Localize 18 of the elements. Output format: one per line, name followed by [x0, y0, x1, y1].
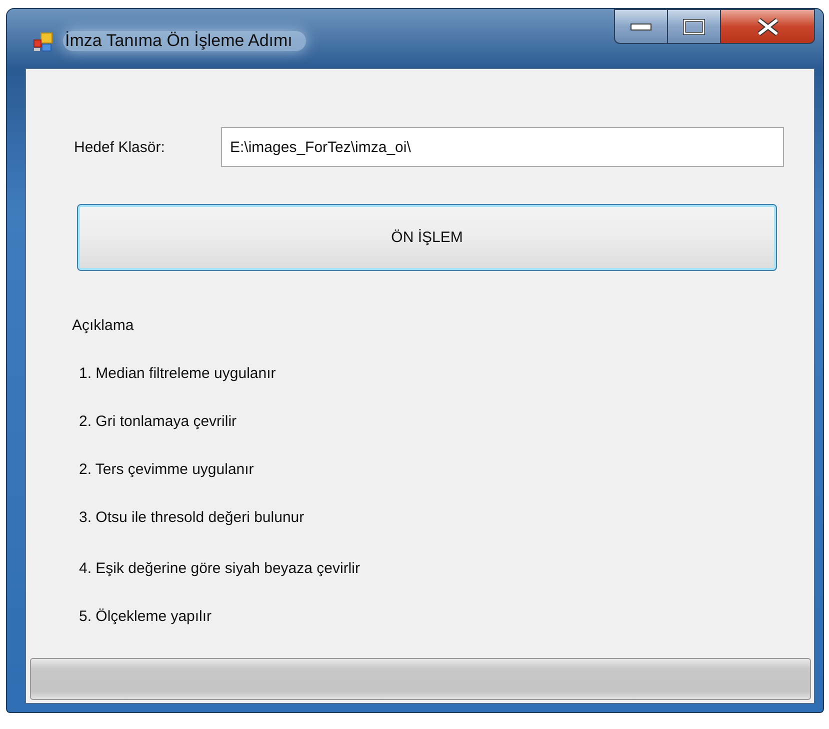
step-text: 4. Eşik değerine göre siyah beyaza çevirlir: [79, 560, 361, 579]
window-title: İmza Tanıma Ön İşleme Adımı: [63, 31, 306, 51]
step-text: 3. Otsu ile thresold değeri bulunur: [79, 509, 306, 528]
close-icon: [756, 18, 780, 36]
process-button[interactable]: ÖN İŞLEM: [77, 204, 777, 271]
maximize-icon: [683, 18, 705, 34]
step-text: 2. Ters çevimme uygulanır: [79, 461, 255, 480]
minimize-icon: [630, 22, 652, 30]
description-heading: Açıklama: [72, 317, 135, 336]
app-icon: [33, 32, 53, 52]
step-text: 2. Gri tonlamaya çevrilir: [79, 413, 238, 432]
maximize-button[interactable]: [667, 9, 720, 44]
step-text: 1. Median filtreleme uygulanır: [79, 365, 277, 384]
close-button[interactable]: [720, 9, 815, 44]
minimize-button[interactable]: [614, 9, 667, 44]
step-text: 5. Ölçekleme yapılır: [79, 608, 213, 627]
field-label: Hedef Klasör:: [74, 138, 166, 156]
folder-field[interactable]: E:\images_ForTez\imza_oi\: [221, 127, 784, 167]
